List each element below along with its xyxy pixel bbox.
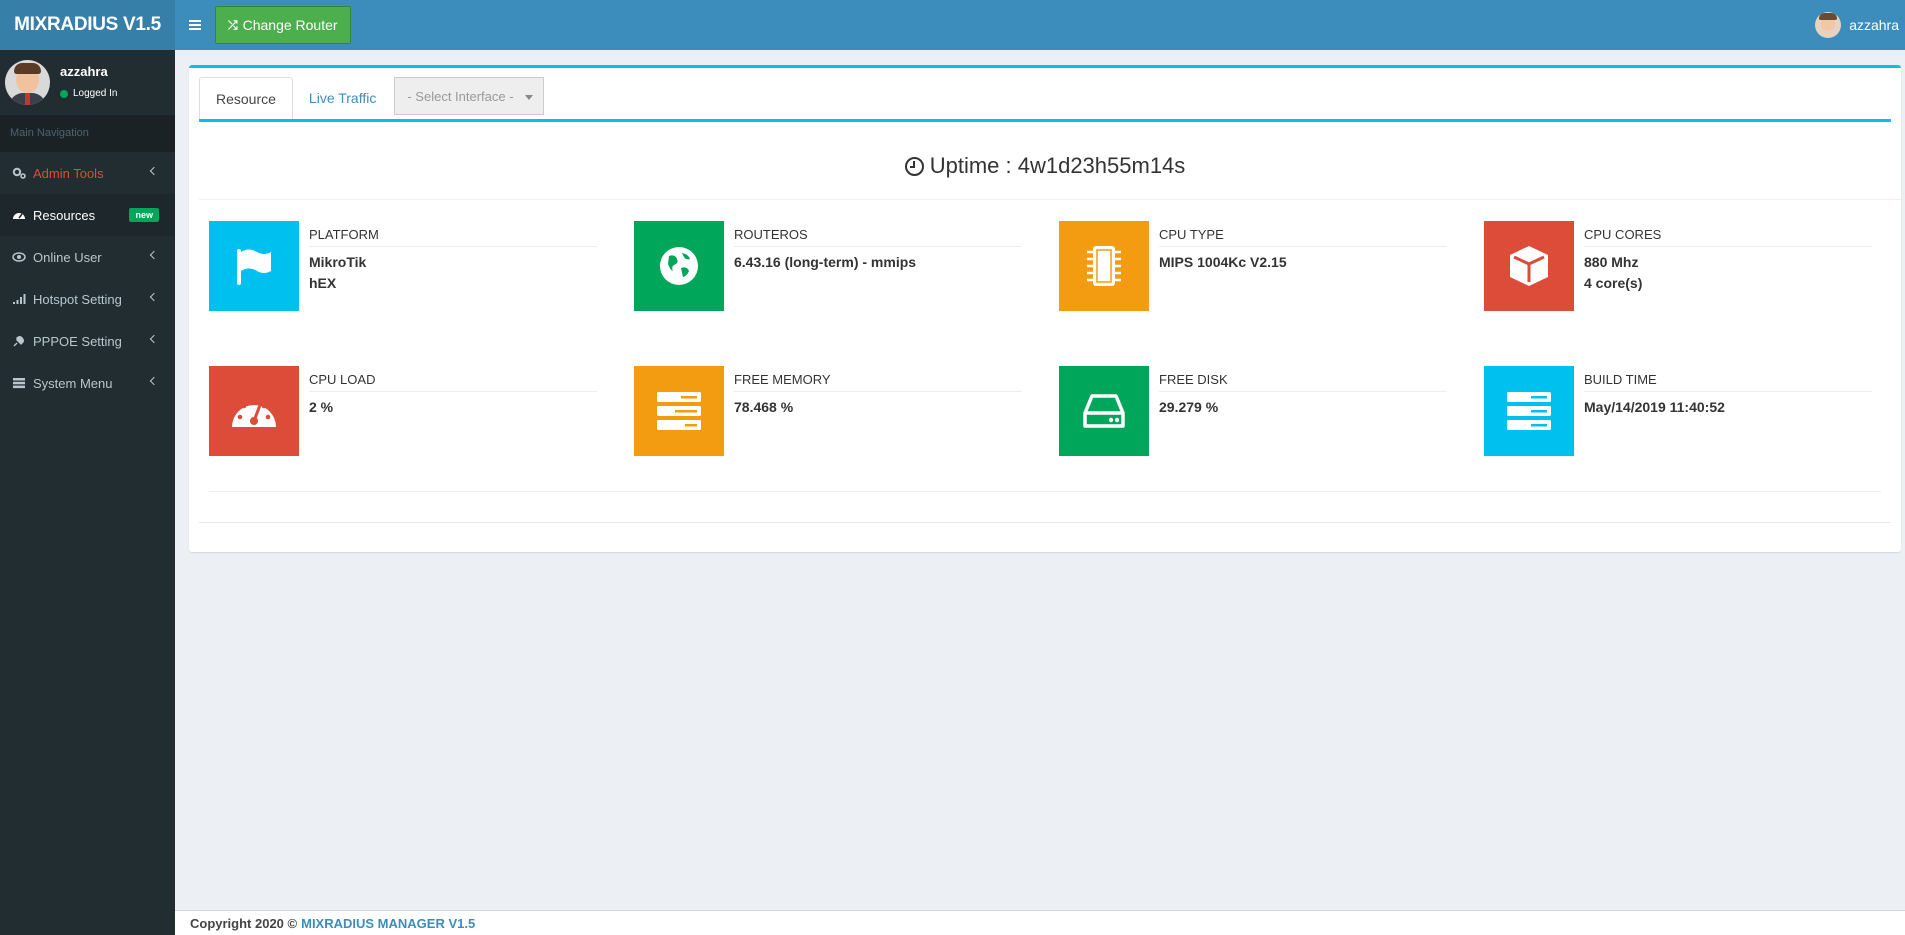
sidebar-item-label: Admin Tools	[33, 165, 104, 181]
sidebar-item-hotspot-setting[interactable]: Hotspot Setting	[0, 278, 175, 320]
user-name: azzahra	[60, 64, 108, 79]
user-panel: azzahra Logged In	[0, 50, 175, 115]
info-value: MIPS 1004Kc V2.15	[1159, 254, 1287, 270]
footer-link[interactable]: MIXRADIUS MANAGER V1.5	[301, 916, 475, 931]
info-box-build-time: BUILD TIME May/14/2019 11:40:52	[1484, 366, 1899, 456]
info-label: CPU CORES	[1584, 227, 1872, 247]
server-icon	[12, 377, 26, 389]
info-box-free-disk: FREE DISK 29.279 %	[1059, 366, 1474, 456]
info-value: 2 %	[309, 399, 334, 415]
info-box-platform: PLATFORM MikroTik hEX	[209, 221, 624, 311]
sidebar-item-online-user[interactable]: Online User	[0, 236, 175, 278]
user-menu[interactable]: azzahra	[1815, 0, 1905, 50]
tab-bar: Resource Live Traffic - Select Interface…	[199, 77, 1891, 122]
flag-icon	[209, 221, 299, 311]
chevron-left-icon	[149, 334, 159, 344]
top-navbar: ⤮ Change Router azzahra	[175, 0, 1905, 50]
tasks-icon	[634, 366, 724, 456]
sidebar-item-label: System Menu	[33, 375, 113, 391]
sidebar-item-label: Resources	[33, 207, 96, 223]
chevron-left-icon	[149, 292, 159, 302]
change-router-button[interactable]: ⤮ Change Router	[215, 6, 351, 44]
interface-select[interactable]: - Select Interface -	[394, 77, 545, 115]
info-label: FREE DISK	[1159, 372, 1447, 392]
divider	[199, 522, 1891, 523]
signal-icon	[12, 293, 26, 305]
sidebar-item-label: Online User	[33, 249, 102, 265]
footer-copyright: Copyright 2020 ©	[190, 915, 298, 931]
info-box-cpu-load: CPU LOAD 2 %	[209, 366, 624, 456]
plug-icon	[12, 335, 26, 347]
avatar	[1815, 12, 1842, 38]
info-value: MikroTik	[309, 254, 367, 270]
chevron-left-icon	[149, 250, 159, 260]
tab-resource[interactable]: Resource	[199, 77, 293, 119]
globe-icon	[634, 221, 724, 311]
info-value: 4 core(s)	[1584, 275, 1643, 291]
resource-panel: Resource Live Traffic - Select Interface…	[189, 65, 1901, 552]
gauge-icon	[209, 366, 299, 456]
dashboard-icon	[12, 209, 26, 221]
server-icon	[1484, 366, 1574, 456]
sidebar: azzahra Logged In Main Navigation Admin …	[0, 50, 175, 935]
info-label: FREE MEMORY	[734, 372, 1022, 392]
clock-icon	[904, 156, 924, 176]
shuffle-icon: ⤮	[228, 17, 238, 32]
uptime-text: Uptime : 4w1d23h55m14s	[929, 153, 1186, 178]
info-value: May/14/2019 11:40:52	[1584, 399, 1725, 415]
info-box-cpu-type: CPU TYPE MIPS 1004Kc V2.15	[1059, 221, 1474, 311]
app-logo[interactable]: MIXRADIUS V1.5	[0, 0, 175, 50]
change-router-label: Change Router	[242, 17, 338, 33]
user-status-text: Logged In	[73, 88, 118, 99]
new-badge: new	[129, 208, 159, 222]
info-value: hEX	[309, 275, 337, 291]
user-status: Logged In	[60, 88, 118, 99]
divider	[209, 491, 1881, 492]
user-avatar	[5, 60, 50, 105]
hdd-icon	[1059, 366, 1149, 456]
chevron-left-icon	[149, 376, 159, 386]
sidebar-item-label: PPPOE Setting	[33, 333, 122, 349]
user-menu-name: azzahra	[1849, 17, 1899, 33]
info-label: PLATFORM	[309, 227, 597, 247]
info-value: 6.43.16 (long-term) - mmips	[734, 254, 917, 270]
sidebar-toggle-button[interactable]	[175, 0, 215, 50]
chip-icon	[1059, 221, 1149, 311]
nav-header: Main Navigation	[0, 115, 175, 152]
info-label: ROUTEROS	[734, 227, 1022, 247]
eye-icon	[12, 251, 26, 263]
cogs-icon	[12, 167, 26, 179]
sidebar-item-label: Hotspot Setting	[33, 291, 122, 307]
sidebar-item-resources[interactable]: Resources new	[0, 194, 175, 236]
online-status-icon	[60, 89, 68, 98]
divider	[199, 199, 1901, 200]
sidebar-item-system-menu[interactable]: System Menu	[0, 362, 175, 404]
chevron-left-icon	[149, 166, 159, 176]
footer: Copyright 2020 © MIXRADIUS MANAGER V1.5	[175, 910, 1905, 935]
tab-live-traffic[interactable]: Live Traffic	[293, 77, 392, 119]
cube-icon	[1484, 221, 1574, 311]
info-box-free-memory: FREE MEMORY 78.468 %	[634, 366, 1049, 456]
info-label: CPU LOAD	[309, 372, 597, 392]
info-box-routeros: ROUTEROS 6.43.16 (long-term) - mmips	[634, 221, 1049, 311]
uptime-display: Uptime : 4w1d23h55m14s	[189, 153, 1901, 179]
info-label: BUILD TIME	[1584, 372, 1872, 392]
info-box-cpu-cores: CPU CORES 880 Mhz 4 core(s)	[1484, 221, 1899, 311]
info-value: 29.279 %	[1159, 399, 1219, 415]
info-value: 880 Mhz	[1584, 254, 1639, 270]
hamburger-icon	[189, 20, 201, 30]
sidebar-item-admin-tools[interactable]: Admin Tools	[0, 152, 175, 194]
info-value: 78.468 %	[734, 399, 794, 415]
info-label: CPU TYPE	[1159, 227, 1447, 247]
sidebar-item-pppoe-setting[interactable]: PPPOE Setting	[0, 320, 175, 362]
